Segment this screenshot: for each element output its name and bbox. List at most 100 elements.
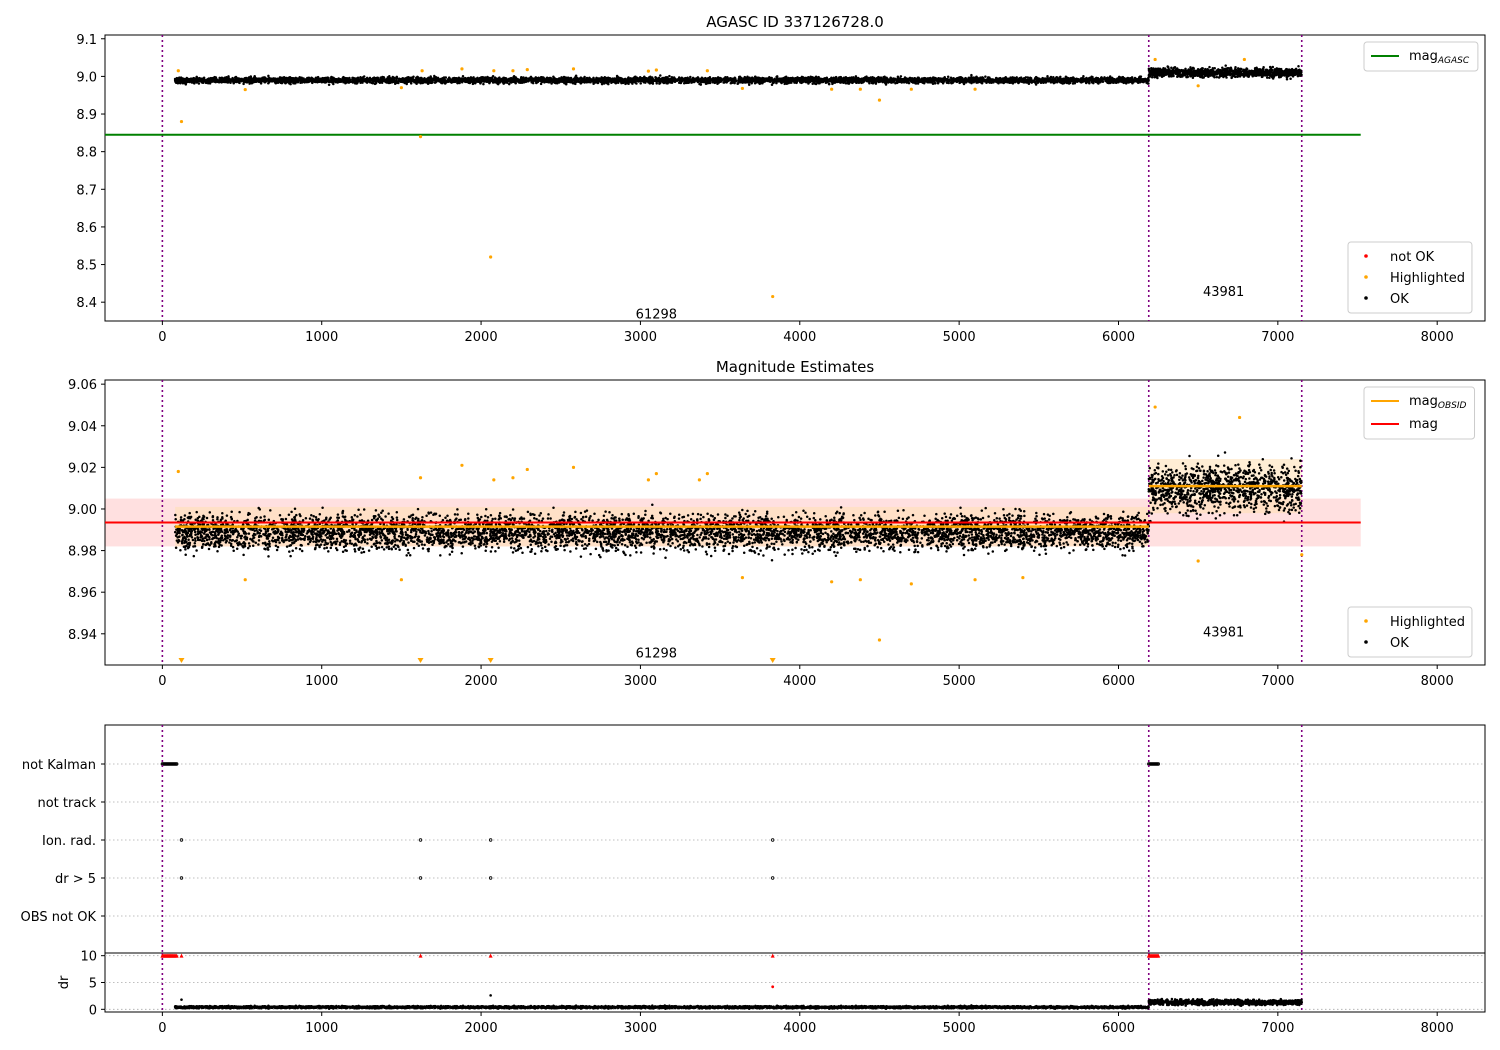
- top-ok-point: [1015, 76, 1018, 79]
- mid-panel-title: Magnitude Estimates: [716, 358, 874, 376]
- top-ok-point: [539, 78, 543, 81]
- top-ok-point: [1067, 82, 1071, 85]
- top-ok-point: [488, 80, 492, 84]
- top-ok-point: [655, 82, 658, 85]
- top-ok-point: [308, 79, 311, 83]
- top-ok-point: [654, 80, 658, 83]
- top-ok-point: [365, 76, 369, 80]
- top-ok-point: [1097, 82, 1100, 85]
- top-ok-point: [419, 77, 422, 81]
- top-ok-point: [1053, 78, 1057, 82]
- top-ok-point: [796, 76, 799, 79]
- top-ok-point: [695, 78, 699, 81]
- top-ok-point: [638, 79, 641, 83]
- top-ok-point: [884, 83, 888, 86]
- top-ok-point: [482, 82, 485, 86]
- top-ok-point: [1146, 82, 1150, 85]
- top-panel: 61298439810 1000 2000 3000 4000 5000 6000 7000 8…: [76, 33, 1486, 345]
- top-ok-point: [784, 75, 788, 78]
- top-ok-point: [1033, 80, 1036, 84]
- top-ok-point: [306, 76, 309, 80]
- top-ok-point: [946, 75, 950, 78]
- top-ok-point: [195, 79, 199, 82]
- top-ok-point: [970, 75, 973, 79]
- top-ok-point: [899, 75, 903, 78]
- top-ok-point: [658, 82, 661, 85]
- top-ok-point: [831, 82, 834, 86]
- top-ok-point: [332, 82, 335, 86]
- top-ok-point: [801, 76, 805, 79]
- top-ok-point: [1144, 78, 1147, 81]
- top-ok-point: [461, 75, 465, 78]
- top-ok-point: [249, 76, 252, 79]
- top-ok-point: [443, 79, 447, 83]
- top-ok-point: [670, 76, 674, 79]
- top-ok-point: [547, 78, 550, 82]
- top-ok-point: [839, 75, 843, 79]
- top-ok-point: [589, 80, 592, 84]
- top-ok-point: [520, 76, 523, 80]
- top-ok-point: [795, 79, 799, 83]
- top-ok-point: [754, 75, 757, 78]
- top-ok-point: [1009, 77, 1013, 81]
- top-ok-point: [351, 76, 355, 80]
- top-ok-point: [1022, 79, 1026, 83]
- top-ok-point: [527, 79, 530, 82]
- top-ok-point: [1058, 80, 1061, 83]
- top-ok-point: [946, 78, 950, 81]
- top-ok-point: [633, 80, 637, 83]
- top-ok-point: [288, 80, 292, 84]
- top-ok-point: [480, 80, 483, 83]
- top-ok-point: [1063, 81, 1066, 85]
- top-ok-point: [607, 82, 610, 86]
- top-ok-point: [294, 81, 297, 85]
- top-ok-point: [769, 76, 773, 80]
- top-ok-point: [1127, 78, 1130, 81]
- top-ok-point: [436, 76, 440, 80]
- top-ok-point: [1139, 75, 1143, 78]
- top-ok-point: [600, 82, 604, 86]
- top-ok-point: [639, 82, 642, 85]
- top-ok-point: [1004, 78, 1007, 81]
- top-ok-point: [874, 82, 878, 85]
- top-ok-point: [670, 81, 674, 84]
- top-ok-point: [862, 80, 866, 83]
- top-ok-point: [610, 81, 613, 85]
- top-panel-title: AGASC ID 337126728.0: [706, 13, 884, 31]
- top-ok-point: [1026, 78, 1030, 82]
- top-ok-point: [395, 76, 399, 80]
- top-ok-point: [980, 81, 984, 84]
- top-ok-point: [403, 79, 406, 83]
- figure: AGASC ID 337126728.0 Magnitude Estimates…: [21, 13, 1486, 1036]
- top-ok-point: [376, 76, 379, 79]
- top-ok-point: [1058, 77, 1061, 81]
- top-ok-point: [419, 82, 422, 85]
- top-ok-point: [961, 78, 965, 81]
- top-ok-point: [613, 80, 617, 84]
- top-ok-point: [238, 81, 241, 85]
- top-ok-point: [859, 79, 863, 83]
- top-ok-point: [871, 81, 874, 85]
- top-ok-point: [388, 75, 391, 78]
- top-ok-point: [642, 80, 646, 84]
- top-ok-point: [1090, 81, 1094, 84]
- top-ok-point: [1073, 82, 1077, 85]
- top-ok-point: [488, 78, 491, 81]
- top-ok-point: [857, 77, 861, 80]
- top-ok-point: [362, 75, 366, 78]
- top-ok-point: [827, 82, 831, 86]
- top-ok-point: [1055, 76, 1058, 79]
- top-ok-point: [673, 77, 677, 81]
- top-ok-point: [775, 75, 778, 79]
- top-ok-point: [984, 75, 987, 78]
- top-ok-point: [718, 76, 722, 80]
- top-ok-point: [447, 76, 451, 79]
- top-ok-point: [409, 82, 413, 85]
- top-ok-point: [1082, 75, 1085, 78]
- top-ok-point: [1036, 81, 1040, 85]
- top-ok-point: [875, 76, 879, 80]
- top-ok-point: [659, 74, 662, 77]
- top-ok-point: [665, 79, 668, 83]
- top-ok-point: [867, 77, 871, 80]
- top-ok-point: [1046, 75, 1049, 78]
